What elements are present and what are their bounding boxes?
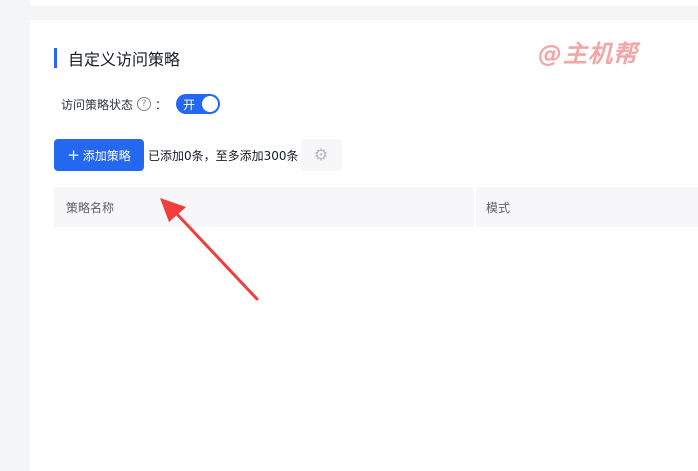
toggle-knob — [202, 96, 219, 112]
section-title-text: 自定义访问策略 — [68, 50, 181, 69]
column-header-mode[interactable]: 模式 — [476, 187, 698, 227]
title-accent-bar — [54, 48, 57, 68]
toggle-label: 开 — [183, 97, 196, 112]
policy-status-label: 访问策略状态 — [61, 97, 134, 112]
plus-icon: + — [67, 145, 80, 164]
add-policy-button[interactable]: + 添加策略 — [54, 139, 144, 171]
policy-table-header: 策略名称 模式 — [54, 187, 698, 227]
policy-count-text: 已添加0条，至多添加300条 — [148, 148, 299, 163]
status-colon: ： — [155, 97, 168, 112]
section-title: 自定义访问策略 — [54, 48, 181, 69]
column-header-policy-name[interactable]: 策略名称 — [54, 187, 474, 227]
policy-toolbar: + 添加策略 已添加0条，至多添加300条 ⚙ — [54, 139, 342, 171]
policy-status-row: 访问策略状态 ? ： 开 — [61, 92, 221, 116]
policy-status-toggle[interactable]: 开 — [176, 94, 221, 114]
watermark-logo: @主机帮 — [538, 40, 638, 68]
help-circle-icon[interactable]: ? — [137, 97, 152, 111]
policy-card: 自定义访问策略 @主机帮 访问策略状态 ? ： 开 + 添加策略 已添加0条，至… — [30, 20, 698, 471]
gear-icon: ⚙ — [313, 145, 329, 164]
settings-button[interactable]: ⚙ — [300, 139, 342, 171]
add-policy-label: 添加策略 — [82, 148, 131, 163]
top-card-edge — [30, 0, 698, 6]
